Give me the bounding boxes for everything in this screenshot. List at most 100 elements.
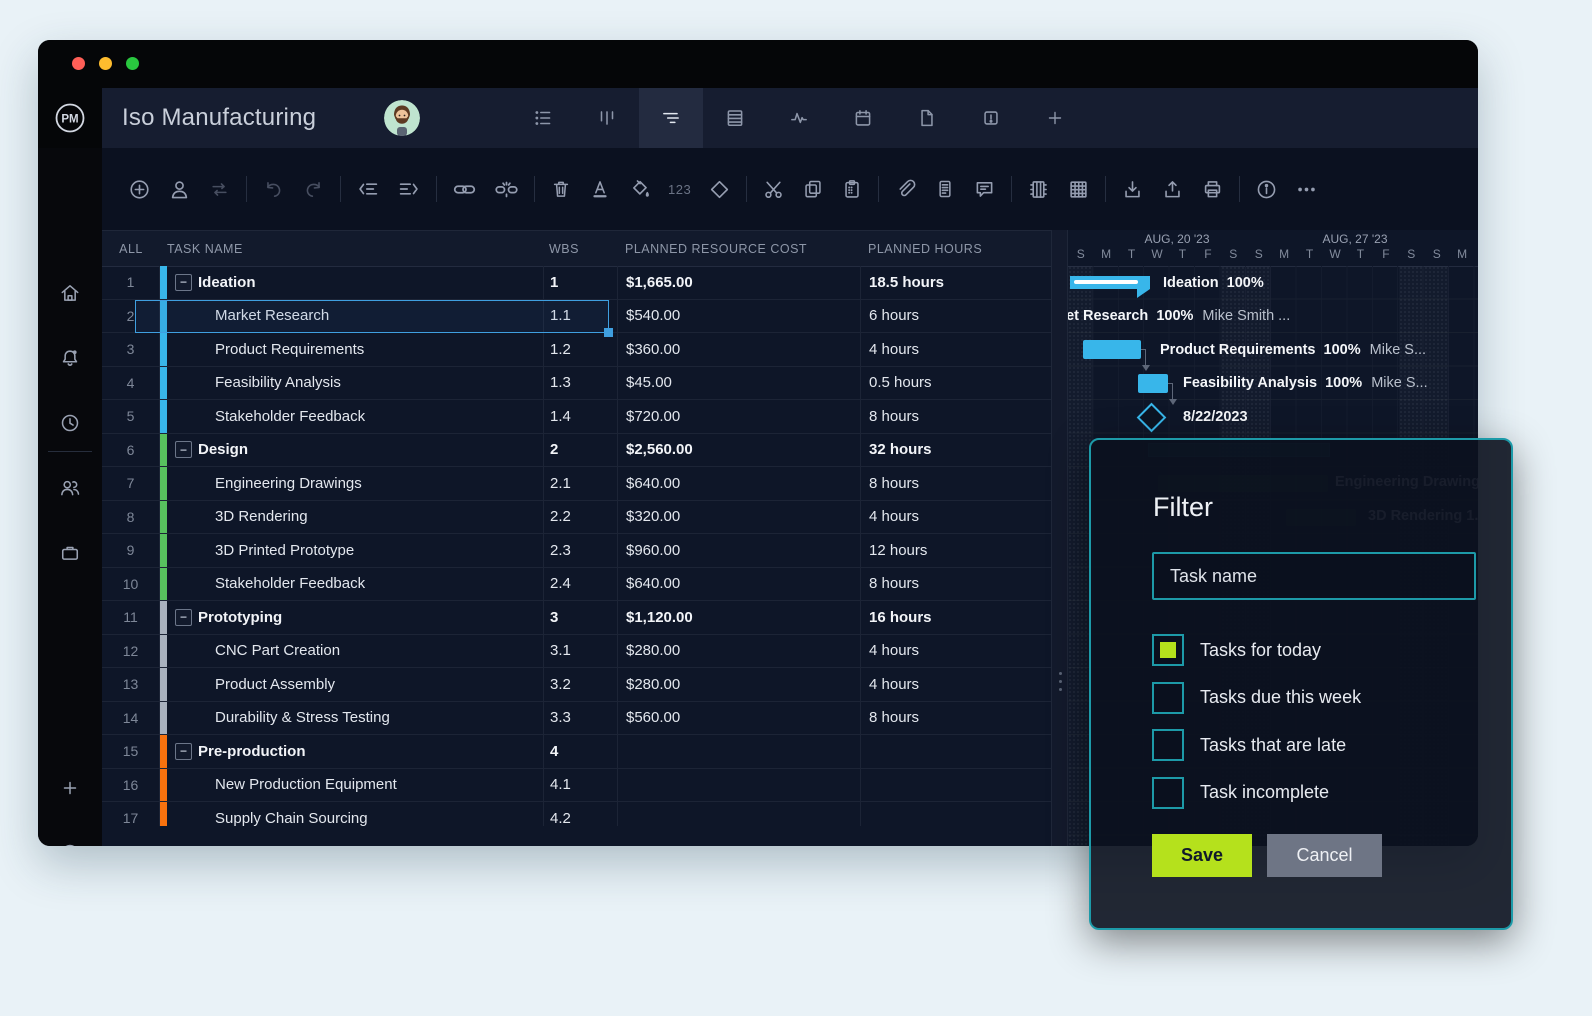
table-row[interactable]: 13Product Assembly3.2$280.004 hours <box>102 668 1051 702</box>
task-name-cell[interactable]: 3D Printed Prototype <box>167 534 540 567</box>
info-icon[interactable] <box>1255 178 1278 201</box>
planned-hours-cell[interactable]: 18.5 hours <box>860 266 1051 299</box>
print-icon[interactable] <box>1201 178 1224 201</box>
row-number[interactable]: 6 <box>102 434 160 467</box>
gantt-task-bar[interactable] <box>1083 340 1141 359</box>
add-task-icon[interactable] <box>128 178 151 201</box>
portfolio-briefcase-icon[interactable] <box>38 533 102 573</box>
tab-alerts-view[interactable] <box>959 88 1023 148</box>
row-number[interactable]: 7 <box>102 467 160 500</box>
planned-hours-cell[interactable] <box>860 769 1051 802</box>
comment-icon[interactable] <box>973 178 996 201</box>
more-icon[interactable] <box>1295 178 1318 201</box>
team-icon[interactable] <box>38 468 102 508</box>
wbs-cell[interactable]: 3.3 <box>543 702 617 735</box>
planned-hours-cell[interactable]: 0.5 hours <box>860 367 1051 400</box>
task-name-cell[interactable]: Feasibility Analysis <box>167 367 540 400</box>
save-button[interactable]: Save <box>1152 834 1252 877</box>
wbs-cell[interactable]: 1 <box>543 266 617 299</box>
wbs-cell[interactable]: 2 <box>543 434 617 467</box>
milestone-diamond[interactable] <box>1137 403 1167 433</box>
paste-icon[interactable] <box>841 178 863 200</box>
planned-hours-cell[interactable]: 6 hours <box>860 300 1051 333</box>
grid-icon[interactable] <box>1067 178 1090 201</box>
table-row[interactable]: 93D Printed Prototype2.3$960.0012 hours <box>102 534 1051 568</box>
table-row[interactable]: 1−Ideation1$1,665.0018.5 hours <box>102 266 1051 300</box>
row-number[interactable]: 8 <box>102 501 160 534</box>
cut-icon[interactable] <box>762 178 785 201</box>
font-color-icon[interactable] <box>589 178 611 200</box>
planned-cost-cell[interactable]: $640.00 <box>617 467 860 500</box>
project-owner-avatar[interactable] <box>384 100 420 136</box>
task-name-cell[interactable]: Stakeholder Feedback <box>167 568 540 601</box>
table-row[interactable]: 3Product Requirements1.2$360.004 hours <box>102 333 1051 367</box>
table-row[interactable]: 6−Design2$2,560.0032 hours <box>102 434 1051 468</box>
wbs-cell[interactable]: 4.1 <box>543 769 617 802</box>
table-gantt-splitter[interactable] <box>1051 230 1068 846</box>
row-number[interactable]: 1 <box>102 266 160 299</box>
row-number[interactable]: 15 <box>102 735 160 768</box>
row-number[interactable]: 3 <box>102 333 160 366</box>
tab-calendar-view[interactable] <box>831 88 895 148</box>
checkbox-unchecked[interactable] <box>1152 682 1184 714</box>
wbs-cell[interactable]: 1.2 <box>543 333 617 366</box>
planned-hours-cell[interactable] <box>860 802 1051 826</box>
outdent-icon[interactable] <box>356 177 380 201</box>
planned-cost-cell[interactable]: $320.00 <box>617 501 860 534</box>
wbs-cell[interactable]: 1.3 <box>543 367 617 400</box>
planned-hours-cell[interactable] <box>860 735 1051 768</box>
table-row[interactable]: 4Feasibility Analysis1.3$45.000.5 hours <box>102 367 1051 401</box>
task-name-cell[interactable]: Product Requirements <box>167 333 540 366</box>
tab-board-view[interactable] <box>575 88 639 148</box>
row-number[interactable]: 17 <box>102 802 160 826</box>
task-name-cell[interactable]: −Ideation <box>167 266 540 299</box>
link-tasks-icon[interactable] <box>452 177 477 202</box>
table-row[interactable]: 83D Rendering2.2$320.004 hours <box>102 501 1051 535</box>
table-row[interactable]: 11−Prototyping3$1,120.0016 hours <box>102 601 1051 635</box>
collapse-toggle-icon[interactable]: − <box>175 743 192 760</box>
column-header-planned-hours[interactable]: PLANNED HOURS <box>868 231 982 266</box>
planned-cost-cell[interactable]: $720.00 <box>617 400 860 433</box>
row-number[interactable]: 14 <box>102 702 160 735</box>
notes-icon[interactable] <box>934 178 956 200</box>
planned-cost-cell[interactable]: $560.00 <box>617 702 860 735</box>
redo-icon[interactable] <box>302 178 325 201</box>
timesheets-clock-icon[interactable] <box>38 403 102 443</box>
unlink-tasks-icon[interactable] <box>494 177 519 202</box>
wbs-cell[interactable]: 2.4 <box>543 568 617 601</box>
planned-hours-cell[interactable]: 8 hours <box>860 467 1051 500</box>
row-number[interactable]: 4 <box>102 367 160 400</box>
task-name-cell[interactable]: −Pre-production <box>167 735 540 768</box>
row-number[interactable]: 9 <box>102 534 160 567</box>
planned-hours-cell[interactable]: 32 hours <box>860 434 1051 467</box>
planned-cost-cell[interactable]: $640.00 <box>617 568 860 601</box>
planned-cost-cell[interactable]: $2,560.00 <box>617 434 860 467</box>
column-header-task-name[interactable]: TASK NAME <box>167 231 243 266</box>
task-name-cell[interactable]: Supply Chain Sourcing <box>167 802 540 826</box>
tab-activity-view[interactable] <box>767 88 831 148</box>
collapse-toggle-icon[interactable]: − <box>175 609 192 626</box>
planned-cost-cell[interactable]: $960.00 <box>617 534 860 567</box>
planned-hours-cell[interactable]: 12 hours <box>860 534 1051 567</box>
table-row[interactable]: 2Market Research1.1$540.006 hours <box>102 300 1051 334</box>
planned-cost-cell[interactable]: $540.00 <box>617 300 860 333</box>
columns-icon[interactable] <box>1027 178 1050 201</box>
planned-cost-cell[interactable]: $360.00 <box>617 333 860 366</box>
task-name-cell[interactable]: Engineering Drawings <box>167 467 540 500</box>
cancel-button[interactable]: Cancel <box>1267 834 1382 877</box>
export-icon[interactable] <box>1161 178 1184 201</box>
table-row[interactable]: 12CNC Part Creation3.1$280.004 hours <box>102 635 1051 669</box>
task-name-cell[interactable]: Durability & Stress Testing <box>167 702 540 735</box>
gantt-summary-bar[interactable] <box>1070 276 1150 289</box>
planned-hours-cell[interactable]: 4 hours <box>860 501 1051 534</box>
wbs-cell[interactable]: 1.4 <box>543 400 617 433</box>
planned-hours-cell[interactable]: 8 hours <box>860 568 1051 601</box>
planned-cost-cell[interactable]: $1,665.00 <box>617 266 860 299</box>
planned-hours-cell[interactable]: 16 hours <box>860 601 1051 634</box>
task-name-cell[interactable]: Product Assembly <box>167 668 540 701</box>
indent-icon[interactable] <box>397 177 421 201</box>
column-header-all[interactable]: ALL <box>102 231 160 266</box>
row-number[interactable]: 5 <box>102 400 160 433</box>
planned-cost-cell[interactable] <box>617 735 860 768</box>
task-name-cell[interactable]: −Prototyping <box>167 601 540 634</box>
